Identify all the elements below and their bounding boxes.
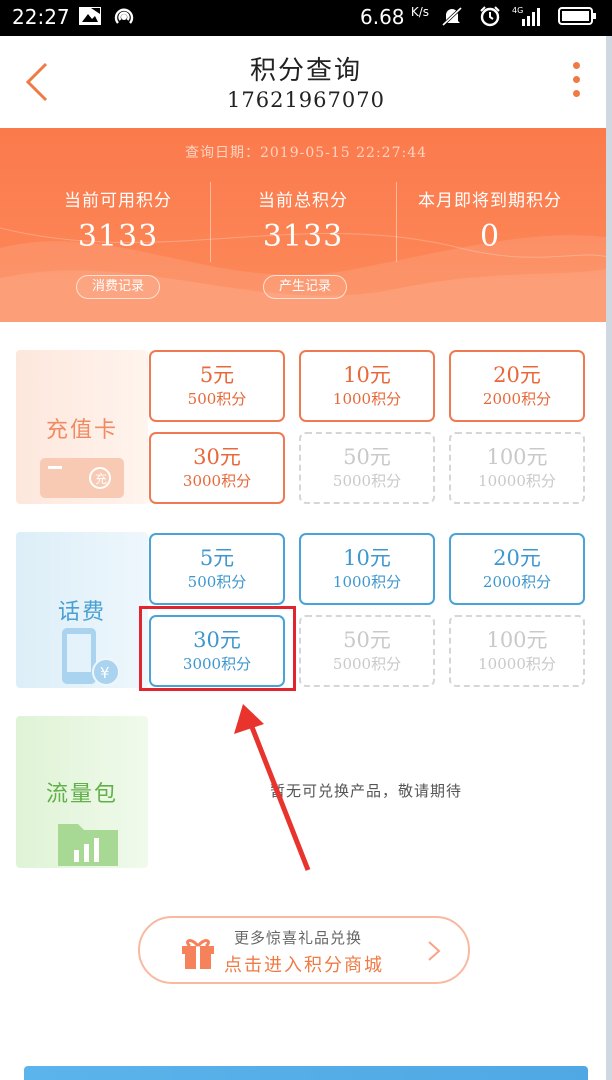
recharge-option-5[interactable]: 5元 500积分 bbox=[149, 350, 285, 422]
recharge-option-50: 50元 5000积分 bbox=[299, 432, 435, 504]
option-yuan: 10元 bbox=[343, 546, 391, 570]
phone-bill-option-10[interactable]: 10元 1000积分 bbox=[299, 533, 435, 605]
option-points: 2000积分 bbox=[482, 390, 552, 408]
stat-label: 本月即将到期积分 bbox=[418, 191, 562, 211]
gift-icon bbox=[182, 939, 214, 969]
option-points: 5000积分 bbox=[332, 472, 402, 490]
stat-value: 3133 bbox=[262, 219, 344, 254]
edge-shadow bbox=[606, 36, 612, 1080]
points-summary: 查询日期：2019-05-15 22:27:44 当前可用积分 3133 当前总… bbox=[0, 128, 612, 322]
recharge-option-100: 100元 10000积分 bbox=[449, 432, 585, 504]
option-yuan: 30元 bbox=[193, 445, 241, 469]
phone-bill-option-100: 100元 10000积分 bbox=[449, 615, 585, 687]
alarm-icon bbox=[480, 6, 500, 27]
phone-bill-option-20[interactable]: 20元 2000积分 bbox=[449, 533, 585, 605]
annotation-arrow bbox=[234, 704, 311, 871]
option-points: 3000积分 bbox=[182, 472, 252, 490]
option-yuan: 50元 bbox=[343, 628, 391, 652]
total-points-stat: 当前总积分 3133 bbox=[205, 186, 401, 254]
option-points: 5000积分 bbox=[332, 655, 402, 673]
mute-bell-icon bbox=[441, 6, 463, 27]
available-points-stat: 当前可用积分 3133 bbox=[20, 186, 216, 254]
option-yuan: 50元 bbox=[343, 445, 391, 469]
stat-value: 3133 bbox=[77, 219, 159, 254]
image-notification-icon bbox=[79, 7, 101, 25]
option-points: 500积分 bbox=[187, 573, 247, 591]
phone-number: 17621967070 bbox=[227, 88, 385, 112]
recharge-option-10[interactable]: 10元 1000积分 bbox=[299, 350, 435, 422]
option-points: 10000积分 bbox=[478, 655, 556, 673]
svg-text:¥: ¥ bbox=[100, 664, 110, 682]
recharge-option-30[interactable]: 30元 3000积分 bbox=[149, 432, 285, 504]
phone-bill-option-50: 50元 5000积分 bbox=[299, 615, 435, 687]
option-yuan: 100元 bbox=[486, 628, 548, 652]
produce-record-button[interactable]: 产生记录 bbox=[263, 275, 347, 299]
option-yuan: 5元 bbox=[199, 363, 235, 387]
phone-bill-icon: ¥ bbox=[62, 628, 120, 686]
expiring-points-stat: 本月即将到期积分 0 bbox=[392, 186, 588, 254]
category-data-pack: 流量包 bbox=[16, 716, 148, 868]
recharge-card-icon: 充 bbox=[40, 458, 124, 498]
more-menu-icon[interactable] bbox=[566, 62, 586, 102]
stat-value: 0 bbox=[479, 219, 501, 254]
status-time: 22:27 bbox=[12, 5, 70, 29]
option-points: 2000积分 bbox=[482, 573, 552, 591]
highlight-box bbox=[139, 606, 296, 691]
stat-label: 当前总积分 bbox=[258, 191, 348, 211]
category-phone-bill: 话费 ¥ bbox=[16, 532, 148, 688]
category-name: 充值卡 bbox=[45, 418, 118, 443]
signal-icon: 4G bbox=[512, 6, 540, 26]
network-type-label: 4G bbox=[512, 6, 523, 15]
network-speed-unit: K/s bbox=[410, 5, 430, 19]
status-bar: 22:27 6.68 K/s 4G bbox=[0, 0, 612, 36]
consume-record-button[interactable]: 消费记录 bbox=[76, 275, 160, 299]
mall-link-text: 点击进入积分商城 bbox=[224, 955, 384, 976]
option-points: 1000积分 bbox=[332, 390, 402, 408]
phone-bill-option-5[interactable]: 5元 500积分 bbox=[149, 533, 285, 605]
data-pack-folder-icon bbox=[58, 824, 118, 866]
category-recharge-card: 充值卡 充 bbox=[16, 350, 148, 504]
option-yuan: 20元 bbox=[493, 363, 541, 387]
option-points: 1000积分 bbox=[332, 573, 402, 591]
mall-subtitle: 更多惊喜礼品兑换 bbox=[234, 929, 363, 947]
option-yuan: 10元 bbox=[343, 363, 391, 387]
option-points: 500积分 bbox=[187, 390, 247, 408]
network-speed: 6.68 K/s bbox=[360, 5, 429, 29]
category-name: 话费 bbox=[57, 600, 106, 625]
bottom-banner[interactable] bbox=[24, 1066, 588, 1080]
option-points: 10000积分 bbox=[478, 472, 556, 490]
category-name: 流量包 bbox=[45, 782, 118, 807]
option-yuan: 100元 bbox=[486, 445, 548, 469]
page-title: 积分查询 bbox=[249, 56, 362, 86]
option-yuan: 20元 bbox=[493, 546, 541, 570]
battery-icon bbox=[558, 7, 596, 25]
query-date: 查询日期：2019-05-15 22:27:44 bbox=[184, 145, 428, 161]
network-speed-value: 6.68 bbox=[360, 5, 405, 29]
stat-label: 当前可用积分 bbox=[64, 191, 172, 211]
points-mall-entry[interactable]: 更多惊喜礼品兑换 点击进入积分商城 bbox=[138, 916, 470, 984]
header: 积分查询 17621967070 bbox=[0, 36, 612, 128]
chevron-right-icon bbox=[428, 941, 441, 961]
recharge-option-20[interactable]: 20元 2000积分 bbox=[449, 350, 585, 422]
option-yuan: 5元 bbox=[199, 546, 235, 570]
svg-text:充: 充 bbox=[95, 471, 107, 486]
hotspot-icon bbox=[114, 8, 134, 24]
